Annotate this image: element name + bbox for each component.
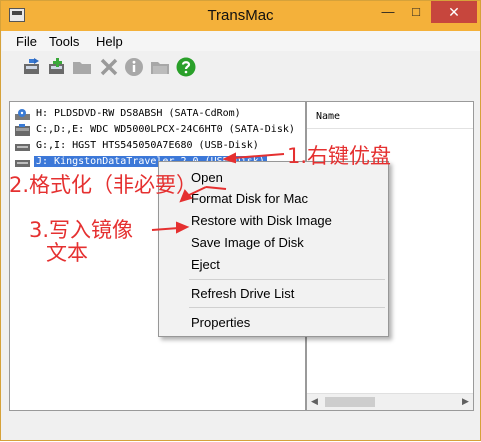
annotation-arrows: [151, 152, 285, 234]
arrow-step2-tail: [205, 186, 227, 190]
arrow-step3: [151, 227, 180, 231]
arrow-step2: [186, 186, 207, 197]
arrow-step1: [232, 153, 285, 159]
transmac-window: TransMac — □ ✕ File Tools Help H: PLDSDV…: [0, 0, 481, 441]
